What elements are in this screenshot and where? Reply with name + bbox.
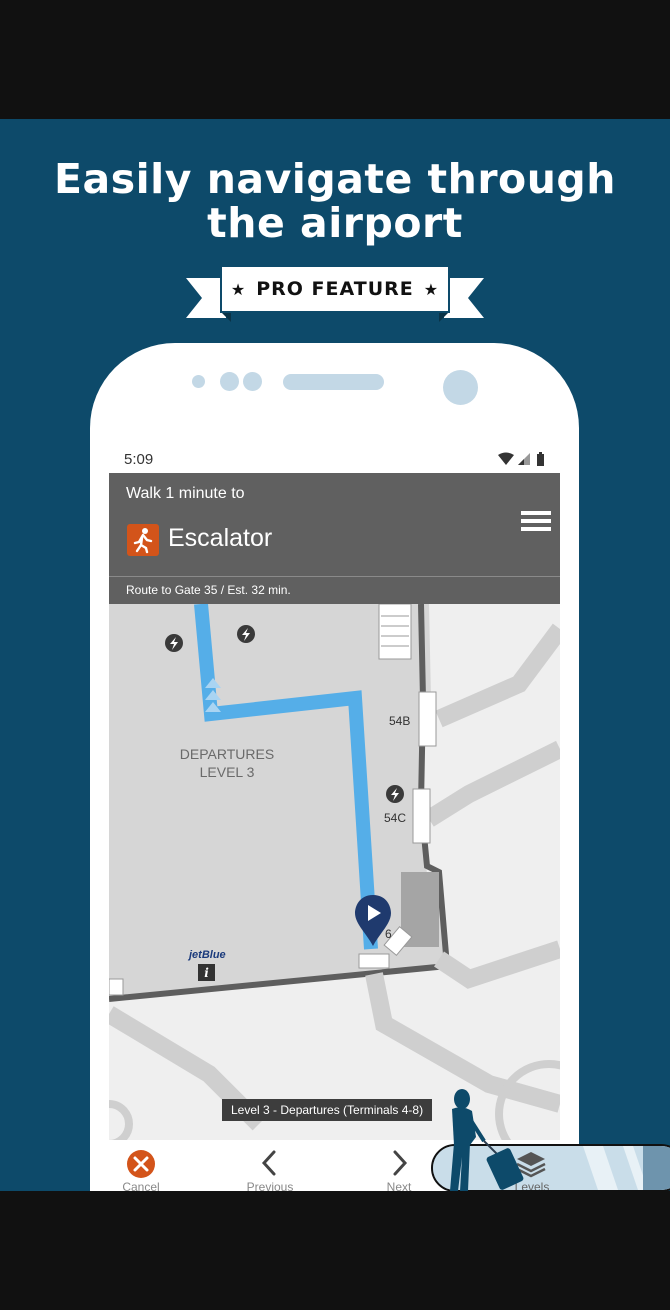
traveler-illustration — [450, 1089, 524, 1191]
map-area-label: DEPARTURES LEVEL 3 — [171, 745, 283, 781]
walking-person-icon — [127, 524, 159, 556]
route-summary: Route to Gate 35 / Est. 32 min. — [109, 576, 560, 605]
route-text: Route to Gate 35 / Est. 32 min. — [126, 583, 291, 597]
top-black-bar — [0, 0, 670, 119]
area-label-line-2: LEVEL 3 — [199, 764, 255, 780]
cancel-label: Cancel — [122, 1180, 160, 1191]
next-label: Next — [386, 1180, 412, 1191]
previous-label: Previous — [246, 1180, 294, 1191]
battery-icon — [537, 454, 544, 466]
chevron-left-icon — [261, 1150, 276, 1176]
app-screen: 5:09 Walk 1 minute to Escalator Route to… — [109, 443, 560, 1191]
headline-line-2: the airport — [207, 199, 463, 247]
destination-name: Escalator — [168, 524, 273, 552]
next-button[interactable]: Next — [359, 1140, 439, 1191]
list-menu-icon[interactable] — [521, 511, 551, 535]
svg-text:i: i — [204, 966, 209, 980]
status-bar: 5:09 — [109, 443, 560, 473]
level-label: Level 3 - Departures (Terminals 4-8) — [222, 1099, 433, 1121]
indoor-map[interactable]: i DEPARTURES LEVEL 3 54B 54C 6 jetBlue L… — [109, 603, 560, 1168]
sensor-dot — [220, 372, 239, 391]
previous-button[interactable]: Previous — [230, 1140, 310, 1191]
headline-line-1: Easily navigate through — [54, 155, 616, 203]
wifi-icon — [498, 452, 514, 465]
badge-label: PRO FEATURE — [256, 278, 414, 300]
pro-feature-badge: ★ PRO FEATURE ★ — [221, 266, 449, 312]
phone-speaker — [283, 374, 384, 390]
area-label-line-1: DEPARTURES — [179, 746, 275, 762]
star-icon: ★ — [230, 279, 247, 299]
cancel-button[interactable]: Cancel — [109, 1140, 181, 1191]
status-icons — [498, 452, 544, 466]
status-time: 5:09 — [124, 451, 154, 468]
sensor-dot — [243, 372, 262, 391]
chevron-right-icon — [393, 1150, 408, 1176]
navigation-header: Walk 1 minute to Escalator — [109, 473, 560, 576]
map-canvas[interactable]: i — [109, 603, 560, 1168]
pro-feature-ribbon: ★ PRO FEATURE ★ — [186, 265, 484, 322]
walk-instruction: Walk 1 minute to — [126, 485, 245, 502]
star-icon: ★ — [423, 279, 440, 299]
bottom-black-bar — [0, 1191, 670, 1310]
gate-label-54c: 54C — [384, 811, 407, 825]
airline-label: jetBlue — [189, 949, 226, 961]
front-camera — [443, 370, 478, 405]
sensor-dot — [192, 375, 205, 388]
gate-label-54b: 54B — [389, 714, 411, 728]
cancel-icon — [127, 1150, 155, 1178]
gate-label-6: 6 — [385, 927, 392, 941]
promo-headline: Easily navigate through the airport — [0, 157, 670, 245]
